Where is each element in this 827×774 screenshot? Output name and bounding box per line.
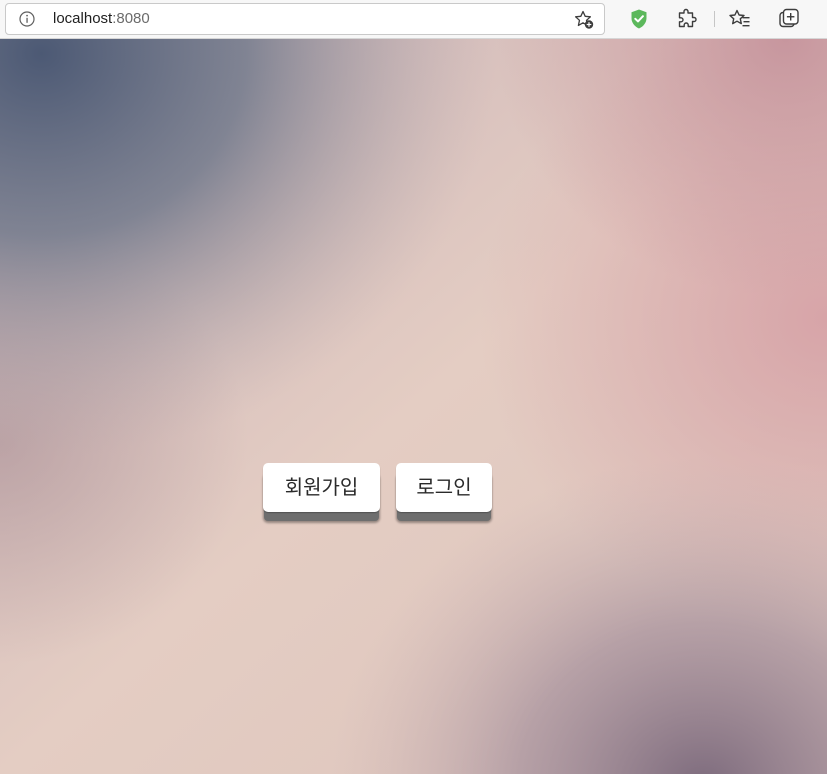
collections-icon[interactable] — [777, 7, 801, 31]
url-host: localhost — [53, 10, 113, 27]
page-content: 회원가입 로그인 — [0, 39, 827, 774]
favorites-list-icon[interactable] — [728, 7, 752, 31]
url-port: :8080 — [112, 10, 150, 27]
url-text[interactable]: localhost:8080 — [53, 10, 150, 28]
browser-toolbar: localhost:8080 — [0, 0, 827, 39]
info-icon[interactable] — [19, 11, 35, 27]
login-button[interactable]: 로그인 — [396, 463, 492, 512]
puzzle-icon[interactable] — [675, 7, 699, 31]
star-plus-icon[interactable] — [573, 9, 595, 31]
address-bar[interactable]: localhost:8080 — [5, 3, 605, 35]
shield-check-icon[interactable] — [627, 7, 651, 31]
signup-button[interactable]: 회원가입 — [263, 463, 380, 512]
toolbar-divider — [714, 11, 715, 27]
gradient-background — [0, 39, 827, 774]
